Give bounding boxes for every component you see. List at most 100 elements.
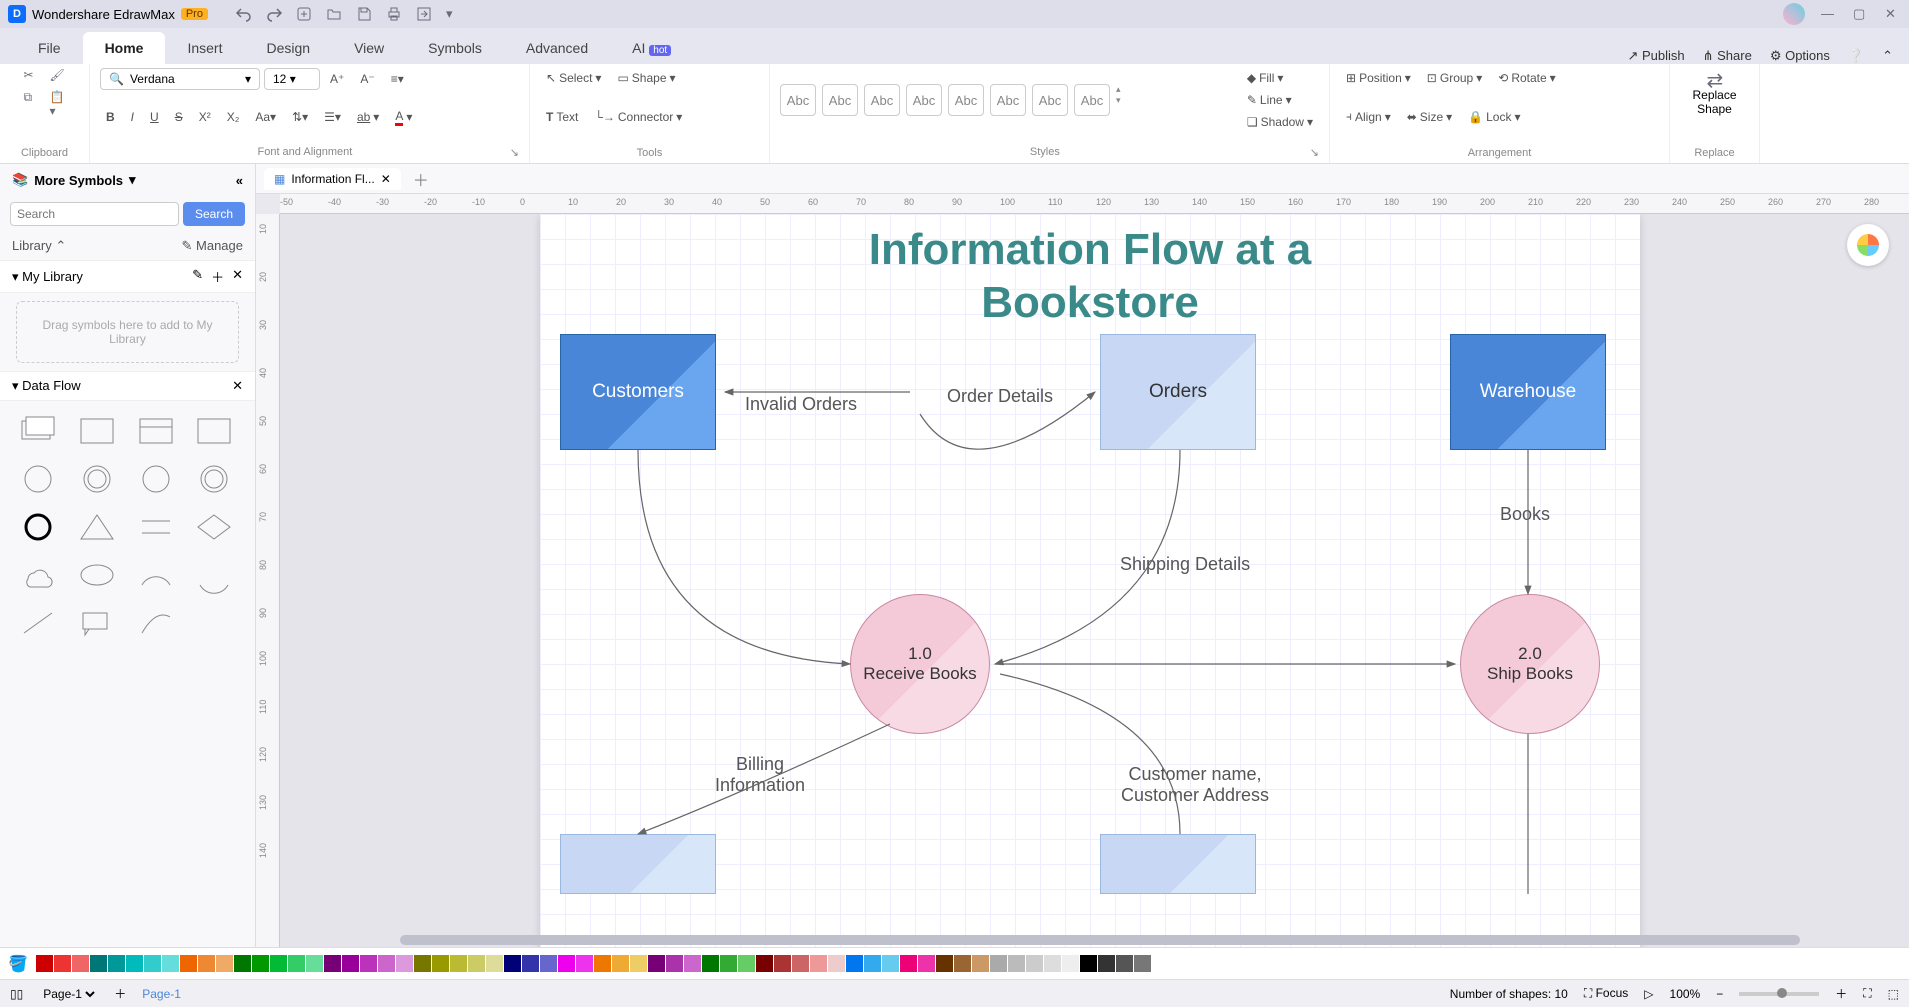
shape-card-icon[interactable] (190, 411, 238, 451)
shape-lines-icon[interactable] (132, 507, 180, 547)
add-page-icon[interactable]: ＋ (114, 985, 126, 1002)
underline-icon[interactable]: U (144, 107, 165, 127)
fill-button[interactable]: ◆ Fill ▾ (1241, 68, 1319, 88)
color-swatch[interactable] (1080, 955, 1097, 972)
maximize-icon[interactable]: ▢ (1853, 6, 1869, 22)
node-bottom-mid[interactable] (1100, 834, 1256, 894)
case-icon[interactable]: Aa▾ (249, 107, 282, 127)
manage-button[interactable]: ✎ Manage (182, 238, 244, 254)
color-swatch[interactable] (126, 955, 143, 972)
redo-icon[interactable] (266, 6, 282, 22)
color-swatch[interactable] (360, 955, 377, 972)
document-tab[interactable]: ▦ Information Fl... ✕ (264, 168, 401, 190)
color-swatch[interactable] (900, 955, 917, 972)
styles-more-icon[interactable]: ▴▾ (1116, 84, 1121, 116)
help-icon[interactable]: ❔ (1848, 48, 1864, 64)
tab-design[interactable]: Design (244, 32, 332, 64)
node-orders[interactable]: Orders (1100, 334, 1256, 450)
symbol-search-button[interactable]: Search (183, 202, 245, 226)
color-swatch[interactable] (54, 955, 71, 972)
color-swatch[interactable] (396, 955, 413, 972)
fill-bucket-icon[interactable]: 🪣 (8, 954, 28, 974)
shape-ellipse-icon[interactable] (73, 555, 121, 595)
color-swatch[interactable] (306, 955, 323, 972)
lib-add-icon[interactable]: ＋ (211, 267, 224, 286)
shape-curve-icon[interactable] (132, 603, 180, 643)
color-swatch[interactable] (1152, 955, 1169, 972)
color-swatch[interactable] (558, 955, 575, 972)
increase-font-icon[interactable]: A⁺ (324, 69, 350, 89)
color-swatch[interactable] (468, 955, 485, 972)
export-icon[interactable] (416, 6, 432, 22)
color-swatch[interactable] (846, 955, 863, 972)
node-receive-books[interactable]: 1.0 Receive Books (850, 594, 990, 734)
lib-close-icon[interactable]: ✕ (232, 267, 243, 286)
color-swatch[interactable] (486, 955, 503, 972)
style-swatch[interactable]: Abc (864, 84, 900, 116)
color-swatch[interactable] (594, 955, 611, 972)
cut-icon[interactable]: ✂ (24, 68, 40, 84)
shape-cloud-icon[interactable] (14, 555, 62, 595)
page[interactable]: Information Flow at a Bookstore Customer… (540, 214, 1640, 947)
color-swatch[interactable] (1134, 955, 1151, 972)
text-direction-icon[interactable]: ab▾ (351, 107, 385, 127)
tab-view[interactable]: View (332, 32, 406, 64)
color-swatch[interactable] (648, 955, 665, 972)
shape-table-icon[interactable] (132, 411, 180, 451)
canvas[interactable]: Information Flow at a Bookstore Customer… (280, 214, 1909, 947)
color-swatch[interactable] (252, 955, 269, 972)
node-ship-books[interactable]: 2.0 Ship Books (1460, 594, 1600, 734)
shape-circle-icon[interactable] (132, 459, 180, 499)
color-swatch[interactable] (630, 955, 647, 972)
color-swatch[interactable] (864, 955, 881, 972)
mylibrary-section[interactable]: My Library (22, 269, 83, 284)
options-button[interactable]: ⚙ Options (1770, 48, 1830, 64)
color-swatch[interactable] (216, 955, 233, 972)
italic-icon[interactable]: I (125, 107, 140, 127)
color-swatch[interactable] (882, 955, 899, 972)
shape-triangle-icon[interactable] (73, 507, 121, 547)
close-tab-icon[interactable]: ✕ (381, 172, 391, 186)
font-name-select[interactable]: 🔍 Verdana▾ (100, 68, 260, 90)
dataflow-section[interactable]: Data Flow (22, 378, 81, 393)
style-swatch[interactable]: Abc (822, 84, 858, 116)
label-order-details[interactable]: Order Details (940, 386, 1060, 407)
color-swatch[interactable] (774, 955, 791, 972)
zoom-out-icon[interactable]: − (1716, 987, 1723, 1001)
tab-advanced[interactable]: Advanced (504, 32, 610, 64)
color-swatch[interactable] (612, 955, 629, 972)
color-swatch[interactable] (684, 955, 701, 972)
focus-mode-button[interactable]: ⛶ Focus (1584, 986, 1628, 1001)
line-button[interactable]: ✎ Line ▾ (1241, 90, 1319, 110)
tab-symbols[interactable]: Symbols (406, 32, 504, 64)
color-swatch[interactable] (1026, 955, 1043, 972)
bullets-icon[interactable]: ☰▾ (318, 107, 347, 127)
tab-home[interactable]: Home (83, 32, 166, 64)
presentation-icon[interactable]: ▷ (1644, 987, 1653, 1001)
select-tool[interactable]: ↖ Select ▾ (540, 68, 607, 88)
style-swatch[interactable]: Abc (1074, 84, 1110, 116)
shape-callout-icon[interactable] (73, 603, 121, 643)
collapse-sidebar-icon[interactable]: « (236, 173, 243, 188)
color-swatch[interactable] (720, 955, 737, 972)
node-customers[interactable]: Customers (560, 334, 716, 450)
shape-double-circle-icon[interactable] (73, 459, 121, 499)
color-swatch[interactable] (1044, 955, 1061, 972)
bold-icon[interactable]: B (100, 107, 121, 127)
shape-tool[interactable]: ▭ Shape ▾ (611, 68, 681, 88)
tab-ai[interactable]: AI hot (610, 32, 693, 64)
shape-arc2-icon[interactable] (190, 555, 238, 595)
color-swatch[interactable] (414, 955, 431, 972)
publish-button[interactable]: ↗ Publish (1627, 48, 1684, 64)
shape-bold-circle-icon[interactable] (14, 507, 62, 547)
font-size-select[interactable]: 12 ▾ (264, 68, 320, 90)
align-para-icon[interactable]: ≡▾ (385, 69, 410, 89)
size-button[interactable]: ⬌ Size▾ (1401, 107, 1458, 127)
color-swatch[interactable] (1098, 955, 1115, 972)
color-swatch[interactable] (108, 955, 125, 972)
style-swatch[interactable]: Abc (780, 84, 816, 116)
node-warehouse[interactable]: Warehouse (1450, 334, 1606, 450)
fit-page-icon[interactable]: ⛶ (1863, 986, 1871, 1001)
color-swatch[interactable] (450, 955, 467, 972)
new-tab-icon[interactable]: ＋ (413, 167, 429, 191)
